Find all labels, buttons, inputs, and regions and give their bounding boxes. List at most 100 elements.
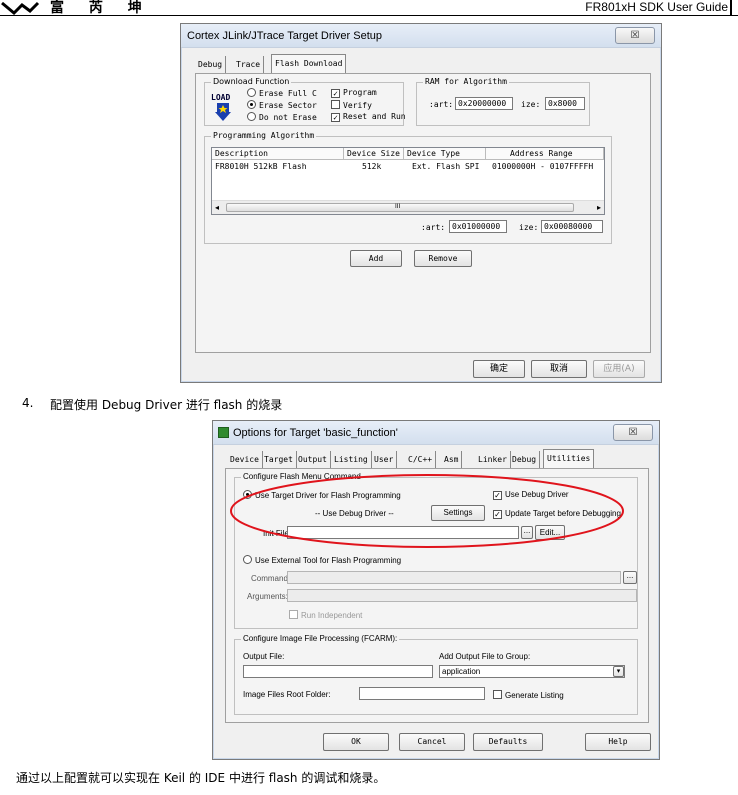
tab-asm[interactable]: Asm	[441, 451, 463, 469]
do-not-erase-radio[interactable]: Do not Erase	[247, 112, 317, 122]
dialog-titlebar: Cortex JLink/JTrace Target Driver Setup …	[181, 24, 661, 48]
checkbox-program[interactable]: ✓	[331, 89, 340, 98]
cell-device-size: 512k	[362, 162, 382, 171]
add-button[interactable]: Add	[350, 250, 402, 267]
help-button[interactable]: Help	[585, 733, 651, 751]
tab-output[interactable]: Output	[295, 451, 331, 469]
radio-do-not-erase[interactable]	[247, 112, 256, 121]
erase-sector-radio[interactable]: Erase Sector	[247, 100, 317, 110]
cell-address-range: 01000000H - 0107FFFFH	[492, 162, 594, 171]
algo-start-input[interactable]: 0x01000000	[449, 220, 507, 233]
cancel-button[interactable]: Cancel	[399, 733, 465, 751]
tab-strip: Debug Trace Flash Download	[195, 54, 495, 74]
ram-size-input[interactable]: 0x8000	[545, 97, 585, 110]
scroll-left-icon[interactable]: ◂	[215, 203, 219, 212]
ram-algorithm-group: RAM for Algorithm :art: 0x20000000 ize: …	[416, 77, 590, 126]
radio-label: Erase Full C	[259, 89, 317, 98]
tab-listing[interactable]: Listing	[331, 451, 372, 469]
close-button[interactable]: ☒	[615, 27, 655, 44]
cell-description: FR8010H 512kB Flash	[215, 162, 307, 171]
program-check[interactable]: ✓ Program	[331, 88, 377, 98]
radio-erase-full[interactable]	[247, 88, 256, 97]
algo-size-input[interactable]: 0x00080000	[541, 220, 603, 233]
remove-button[interactable]: Remove	[414, 250, 472, 267]
radio-use-external-tool[interactable]	[243, 555, 252, 564]
command-label: Command:	[251, 574, 291, 583]
scroll-right-icon[interactable]: ▸	[597, 203, 601, 212]
scroll-thumb[interactable]: III	[226, 203, 574, 212]
ok-button[interactable]: OK	[323, 733, 389, 751]
apply-button[interactable]: 应用(A)	[593, 360, 645, 378]
checkbox-run-independent[interactable]	[289, 610, 298, 619]
col-address-range[interactable]: Address Range	[486, 148, 604, 160]
ram-size-label: ize:	[521, 100, 541, 109]
jlink-target-driver-dialog: Cortex JLink/JTrace Target Driver Setup …	[180, 23, 662, 383]
checkbox-reset-run[interactable]: ✓	[331, 113, 340, 122]
tab-utilities[interactable]: Utilities	[543, 449, 595, 469]
tab-debug[interactable]: Debug	[509, 451, 541, 469]
check-label: Generate Listing	[505, 691, 564, 700]
ram-start-input[interactable]: 0x20000000	[455, 97, 513, 110]
root-folder-input[interactable]	[359, 687, 485, 700]
cell-device-type: Ext. Flash SPI	[412, 162, 480, 171]
radio-erase-sector[interactable]	[247, 100, 256, 109]
chevron-down-icon[interactable]: ▾	[613, 666, 624, 677]
command-browse-button[interactable]: ...	[623, 571, 637, 584]
command-input[interactable]	[287, 571, 621, 584]
radio-label: Do not Erase	[259, 113, 317, 122]
step-text: 配置使用 Debug Driver 进行 flash 的烧录	[50, 398, 283, 412]
arguments-label: Arguments:	[247, 592, 288, 601]
header-rule	[0, 15, 738, 16]
checkbox-verify[interactable]	[331, 100, 340, 109]
conclusion-text: 通过以上配置就可以实现在 Keil 的 IDE 中进行 flash 的调试和烧录…	[16, 771, 386, 785]
algorithm-list[interactable]: Description Device Size Device Type Addr…	[211, 147, 605, 215]
root-folder-label: Image Files Root Folder:	[243, 690, 331, 699]
output-file-label: Output File:	[243, 652, 285, 661]
cancel-button[interactable]: 取消	[531, 360, 587, 378]
generate-listing-check[interactable]: Generate Listing	[493, 690, 564, 700]
download-function-group: Download Function LOAD Erase Full C Eras…	[204, 77, 406, 126]
download-function-label: Download Function	[211, 77, 292, 86]
tab-linker[interactable]: Linker	[475, 451, 511, 469]
use-external-tool-radio[interactable]: Use External Tool for Flash Programming	[243, 555, 401, 565]
horizontal-scrollbar[interactable]: ◂ III ▸	[212, 200, 604, 214]
step-number: 4.	[22, 396, 34, 410]
col-device-type[interactable]: Device Type	[404, 148, 486, 160]
flash-download-panel: Download Function LOAD Erase Full C Eras…	[195, 73, 651, 353]
checkbox-generate-listing[interactable]	[493, 690, 502, 699]
tab-user[interactable]: User	[371, 451, 398, 469]
reset-run-check[interactable]: ✓ Reset and Run	[331, 112, 406, 122]
tab-debug[interactable]: Debug	[195, 56, 227, 74]
verify-check[interactable]: Verify	[331, 100, 372, 110]
dialog-title: Cortex JLink/JTrace Target Driver Setup	[187, 30, 383, 42]
erase-full-radio[interactable]: Erase Full C	[247, 88, 317, 98]
arguments-input[interactable]	[287, 589, 637, 602]
col-description[interactable]: Description	[212, 148, 344, 160]
close-button[interactable]: ☒	[613, 424, 653, 441]
tab-trace[interactable]: Trace	[233, 56, 265, 74]
ok-button[interactable]: 确定	[473, 360, 525, 378]
check-label: Reset and Run	[343, 112, 406, 121]
output-file-input[interactable]	[243, 665, 433, 678]
company-logo-icon	[0, 0, 40, 16]
tab-cpp[interactable]: C/C++	[405, 451, 437, 469]
check-label: Run Independent	[301, 611, 363, 620]
target-options-dialog: Options for Target 'basic_function' ☒ De…	[212, 420, 660, 760]
group-select[interactable]: application	[439, 665, 625, 678]
document-title: FR801xH SDK User Guide	[585, 0, 728, 14]
algo-start-label: :art:	[421, 223, 446, 232]
radio-label: Use External Tool for Flash Programming	[255, 556, 402, 565]
dialog-title: Options for Target 'basic_function'	[233, 427, 398, 439]
tab-flash-download[interactable]: Flash Download	[271, 54, 347, 74]
header-divider	[730, 0, 732, 15]
defaults-button[interactable]: Defaults	[473, 733, 543, 751]
highlight-ellipse	[230, 474, 624, 548]
tab-device[interactable]: Device	[227, 451, 263, 469]
programming-algorithm-group: Programming Algorithm Description Device…	[204, 131, 612, 244]
run-independent-check[interactable]: Run Independent	[289, 610, 362, 620]
col-device-size[interactable]: Device Size	[344, 148, 404, 160]
load-icon: LOAD	[211, 93, 235, 123]
tab-target[interactable]: Target	[261, 451, 297, 469]
ram-start-label: :art:	[429, 100, 454, 109]
ram-algorithm-label: RAM for Algorithm	[423, 77, 509, 86]
